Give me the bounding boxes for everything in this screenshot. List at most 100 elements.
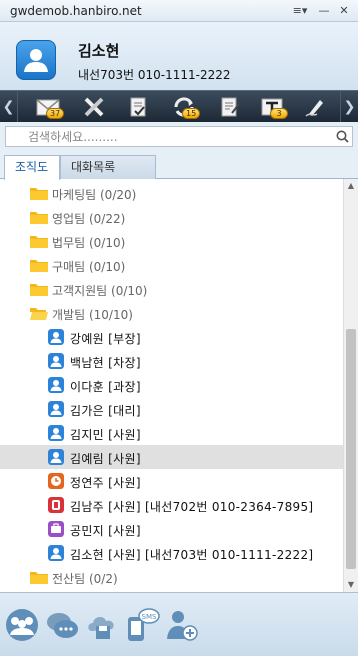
member-contact: [내선702번 010-2364-7895] <box>144 500 314 514</box>
bottom-toolbar: SMS <box>0 592 358 656</box>
sms-icon: SMS <box>128 608 160 641</box>
tree-member-row[interactable]: 이다훈 [과장] <box>0 373 343 397</box>
dept-name: 고객지원팀 <box>52 284 108 298</box>
approval-button[interactable] <box>120 94 154 120</box>
tree-dept-development[interactable]: 개발팀 (10/10) <box>0 301 343 325</box>
tree-member-row[interactable]: 정연주 [사원] <box>0 469 343 493</box>
search-bar <box>0 122 358 152</box>
sms-button[interactable]: SMS <box>124 607 160 643</box>
tree-member-row[interactable]: 김남주 [사원] [내선702번 010-2364-7895] <box>0 493 343 517</box>
tree-member-row[interactable]: 김가은 [대리] <box>0 397 343 421</box>
member-name: 강예원 <box>70 332 105 346</box>
folder-icon <box>30 212 48 224</box>
main-toolbar: ❮ 37 15 3 ❯ <box>0 90 358 123</box>
user-online-icon <box>48 545 64 561</box>
file-share-button[interactable] <box>84 607 120 643</box>
member-rank: [차장] <box>108 356 141 370</box>
member-rank: [사원] <box>108 428 141 442</box>
search-icon[interactable] <box>336 130 349 143</box>
dept-count: (0/10) <box>88 236 126 250</box>
search-input[interactable] <box>5 126 353 147</box>
folder-icon <box>30 284 48 296</box>
chat-icon <box>47 613 78 638</box>
user-online-icon <box>48 377 64 393</box>
svg-text:SMS: SMS <box>142 613 157 621</box>
window-title: gwdemob.hanbiro.net <box>10 4 142 18</box>
member-rank: [사원] <box>108 548 141 562</box>
schedule-button[interactable]: 3 <box>254 94 288 120</box>
mail-badge: 37 <box>46 108 65 119</box>
chat-button[interactable] <box>44 607 80 643</box>
tree-member-row[interactable]: 공민지 [사원] <box>0 517 343 541</box>
tree-dept-sales[interactable]: 영업팀 (0/22) <box>0 205 343 229</box>
group-chat-button[interactable] <box>4 607 40 643</box>
tree-dept-support[interactable]: 고객지원팀 (0/10) <box>0 277 343 301</box>
tree-member-row[interactable]: 강예원 [부장] <box>0 325 343 349</box>
toolbar-scroll-right-button[interactable]: ❯ <box>340 91 358 123</box>
tree-dept-it[interactable]: 전산팀 (0/2) <box>0 565 343 589</box>
member-contact: [내선703번 010-1111-2222] <box>144 548 314 562</box>
scroll-up-arrow[interactable]: ▲ <box>344 179 358 193</box>
tools-button[interactable] <box>76 94 110 120</box>
dept-name: 영업팀 <box>52 212 86 226</box>
member-name: 김가은 <box>70 404 105 418</box>
profile-name: 김소현 <box>78 42 120 60</box>
tab-org-chart[interactable]: 조직도 <box>4 155 60 180</box>
user-online-icon <box>48 401 64 417</box>
member-name: 김남주 <box>70 500 105 514</box>
org-tree: 마케팅팀 (0/20) 영업팀 (0/22) 법무팀 (0/10) 구매팀 (0… <box>0 179 343 592</box>
user-online-icon <box>48 425 64 441</box>
member-name: 백남현 <box>70 356 105 370</box>
scroll-thumb[interactable] <box>346 329 356 569</box>
group-chat-icon <box>6 609 38 641</box>
signature-icon <box>305 100 323 117</box>
member-name: 김예림 <box>70 452 105 466</box>
board-button[interactable] <box>212 94 246 120</box>
folder-icon <box>30 572 48 584</box>
dept-count: (0/10) <box>111 284 148 298</box>
sync-button[interactable]: 15 <box>166 94 201 120</box>
approval-icon <box>130 97 146 117</box>
schedule-badge: 3 <box>270 108 288 119</box>
tab-bar: 조직도 대화목록 <box>0 152 358 180</box>
tree-member-row[interactable]: 백남현 [차장] <box>0 349 343 373</box>
toolbar-scroll-left-button[interactable]: ❮ <box>0 91 18 123</box>
dept-name: 전산팀 <box>52 572 86 586</box>
sync-badge: 15 <box>182 108 201 119</box>
tree-scrollbar[interactable]: ▲ ▼ <box>343 179 358 592</box>
user-busy-icon <box>48 497 64 513</box>
tree-dept-legal[interactable]: 법무팀 (0/10) <box>0 229 343 253</box>
member-rank: [사원] <box>108 452 141 466</box>
dept-count: (0/20) <box>100 188 137 202</box>
user-away-icon <box>48 473 64 489</box>
tree-member-row[interactable]: 김소현 [사원] [내선703번 010-1111-2222] <box>0 541 343 565</box>
close-button[interactable]: ✕ <box>336 3 352 19</box>
member-rank: [과장] <box>108 380 141 394</box>
window-menu-button[interactable]: ≡▾ <box>290 3 310 19</box>
folder-open-icon <box>30 308 48 320</box>
member-rank: [대리] <box>108 404 141 418</box>
member-rank: [사원] <box>108 500 141 514</box>
user-online-icon <box>48 449 64 465</box>
add-user-icon <box>167 611 198 641</box>
avatar[interactable] <box>16 40 56 80</box>
mail-button[interactable]: 37 <box>30 94 65 120</box>
add-user-button[interactable] <box>164 607 200 643</box>
tools-icon <box>84 97 104 117</box>
user-meeting-icon <box>48 521 64 537</box>
tree-member-row[interactable]: 김지민 [사원] <box>0 421 343 445</box>
member-rank: [부장] <box>108 332 141 346</box>
scroll-down-arrow[interactable]: ▼ <box>344 578 358 592</box>
minimize-button[interactable]: — <box>316 3 332 19</box>
folder-icon <box>30 236 48 248</box>
tree-dept-marketing[interactable]: 마케팅팀 (0/20) <box>0 181 343 205</box>
dept-name: 마케팅팀 <box>52 188 97 202</box>
tab-chat-list[interactable]: 대화목록 <box>60 155 156 179</box>
tree-dept-purchasing[interactable]: 구매팀 (0/10) <box>0 253 343 277</box>
member-name: 이다훈 <box>70 380 105 394</box>
folder-icon <box>30 260 48 272</box>
tree-member-row-selected[interactable]: 김예림 [사원] <box>0 445 343 469</box>
board-icon <box>221 97 240 117</box>
signature-button[interactable] <box>298 94 332 120</box>
window-titlebar: gwdemob.hanbiro.net ≡▾ — ✕ <box>0 0 358 22</box>
